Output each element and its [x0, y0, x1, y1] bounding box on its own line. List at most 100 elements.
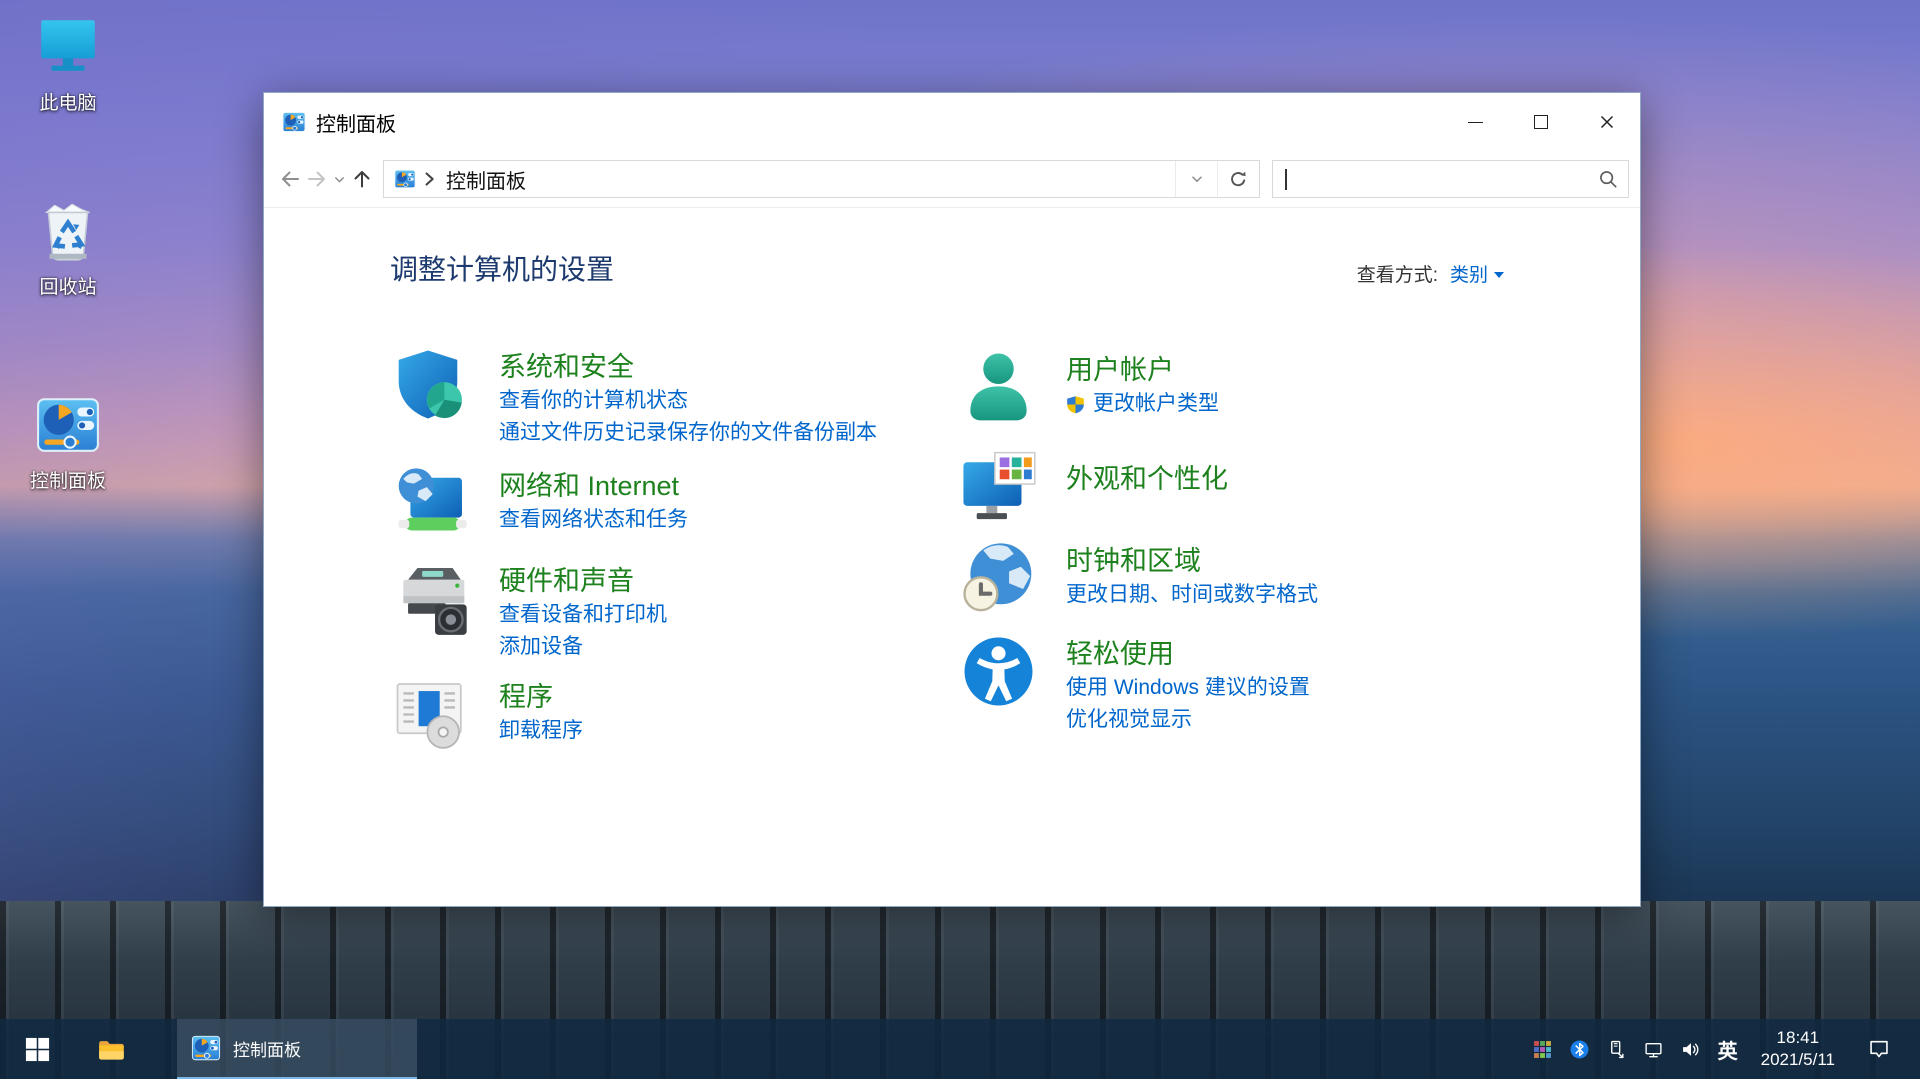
category-link[interactable]: 查看你的计算机状态	[499, 385, 877, 417]
forward-arrow-icon	[305, 167, 329, 191]
bluetooth-icon	[1570, 1040, 1589, 1059]
address-bar[interactable]: 控制面板	[383, 160, 1260, 198]
clock-time: 18:41	[1776, 1028, 1820, 1047]
category-link[interactable]: 查看设备和打印机	[499, 599, 667, 631]
category-link[interactable]: 通过文件历史记录保存你的文件备份副本	[499, 417, 877, 449]
view-by-value: 类别	[1449, 265, 1488, 286]
back-arrow-icon	[278, 167, 302, 191]
category-appearance-personalization: 外观和个性化	[961, 449, 1561, 524]
control-panel-icon	[191, 1033, 221, 1063]
category-programs: 程序 卸载程序	[394, 677, 954, 752]
monitor-globe-icon	[394, 466, 469, 541]
view-by-control: 查看方式: 类别	[1357, 260, 1504, 287]
bluetooth-button[interactable]	[1570, 1039, 1590, 1059]
breadcrumb[interactable]: 控制面板	[384, 161, 536, 197]
clock[interactable]: 18:41 2021/5/11	[1755, 1027, 1841, 1071]
back-button[interactable]	[276, 164, 303, 194]
category-title[interactable]: 系统和安全	[499, 349, 877, 385]
search-magnifier-icon	[1598, 169, 1618, 189]
category-title[interactable]: 用户帐户	[1066, 352, 1219, 388]
close-icon	[1599, 114, 1615, 130]
desktop-icon-label: 控制面板	[29, 471, 106, 492]
desktop-icon-label: 此电脑	[39, 93, 97, 114]
category-link[interactable]: 更改日期、时间或数字格式	[1066, 579, 1318, 611]
up-arrow-icon	[350, 167, 374, 191]
minimize-button[interactable]	[1442, 93, 1508, 151]
recent-pages-button[interactable]	[330, 164, 348, 194]
category-title[interactable]: 网络和 Internet	[499, 468, 688, 504]
control-panel-window: 控制面板 控制面板 调整计算机的设置 查看方式: 类别 系统和安全 查看你的计算…	[263, 92, 1641, 907]
accessibility-circle-icon	[961, 634, 1036, 709]
windows-logo-icon	[24, 1036, 51, 1063]
file-explorer-button[interactable]	[74, 1019, 148, 1079]
forward-button[interactable]	[303, 164, 330, 194]
action-center-button[interactable]	[1858, 1038, 1906, 1060]
category-system-security: 系统和安全 查看你的计算机状态 通过文件历史记录保存你的文件备份副本	[394, 347, 954, 449]
usb-device-icon	[1607, 1040, 1626, 1059]
search-box[interactable]	[1272, 160, 1629, 198]
category-title[interactable]: 轻松使用	[1066, 636, 1310, 672]
system-tray: 英 18:41 2021/5/11	[1533, 1019, 1920, 1079]
category-user-accounts: 用户帐户 更改帐户类型	[961, 350, 1561, 425]
window-title: 控制面板	[316, 113, 396, 136]
address-dropdown-button[interactable]	[1175, 161, 1217, 197]
clock-date: 2021/5/11	[1760, 1050, 1835, 1069]
category-column-right: 用户帐户 更改帐户类型 外观和个性化 时钟和区域 更改日期、时间或数字格式 轻松…	[961, 350, 1561, 736]
refresh-button[interactable]	[1217, 161, 1259, 197]
desktop-icon-control-panel[interactable]: 控制面板	[14, 392, 122, 493]
category-link[interactable]: 优化视觉显示	[1066, 704, 1310, 736]
desktop-icon-label: 回收站	[39, 277, 97, 298]
globe-clock-icon	[961, 541, 1036, 616]
category-link[interactable]: 使用 Windows 建议的设置	[1066, 672, 1310, 704]
user-silhouette-icon	[961, 350, 1036, 425]
start-button[interactable]	[0, 1019, 74, 1079]
page-title: 调整计算机的设置	[390, 254, 615, 285]
search-input[interactable]	[1286, 164, 1598, 194]
taskbar: 控制面板 英 18:41 2021/5/11	[0, 1019, 1920, 1079]
minimize-icon	[1467, 121, 1483, 123]
close-button[interactable]	[1574, 93, 1640, 151]
maximize-button[interactable]	[1508, 93, 1574, 151]
usb-device-button[interactable]	[1607, 1039, 1627, 1059]
taskbar-app-control-panel[interactable]: 控制面板	[177, 1019, 417, 1079]
up-button[interactable]	[348, 164, 375, 194]
category-column-left: 系统和安全 查看你的计算机状态 通过文件历史记录保存你的文件备份副本 网络和 I…	[394, 347, 954, 752]
control-panel-content: 调整计算机的设置 查看方式: 类别 系统和安全 查看你的计算机状态 通过文件历史…	[264, 208, 1640, 906]
volume-button[interactable]	[1681, 1039, 1701, 1059]
category-clock-region: 时钟和区域 更改日期、时间或数字格式	[961, 541, 1561, 616]
taskbar-app-label: 控制面板	[233, 1040, 301, 1060]
view-by-label: 查看方式:	[1356, 265, 1438, 286]
uac-shield-icon	[1066, 395, 1085, 414]
control-panel-icon	[394, 168, 416, 190]
category-title[interactable]: 程序	[499, 679, 583, 715]
desktop-icon-recycle-bin[interactable]: 回收站	[14, 198, 122, 299]
tray-app-button[interactable]	[1533, 1039, 1553, 1059]
category-title[interactable]: 硬件和声音	[499, 563, 667, 599]
category-link[interactable]: 更改帐户类型	[1066, 388, 1219, 420]
category-link[interactable]: 查看网络状态和任务	[499, 504, 688, 536]
chevron-down-icon	[1189, 171, 1205, 187]
app-grid-icon	[1533, 1040, 1552, 1059]
category-title[interactable]: 外观和个性化	[1066, 451, 1228, 497]
speaker-icon	[1681, 1040, 1700, 1059]
desktop: 此电脑 回收站 控制面板 控制面板 控制面板 调整计算机的设置 查看方式: 类别…	[0, 0, 1920, 1079]
category-title[interactable]: 时钟和区域	[1066, 543, 1318, 579]
shield-pie-icon	[394, 347, 469, 422]
this-pc-icon	[35, 14, 101, 80]
breadcrumb-segment[interactable]: 控制面板	[442, 165, 530, 194]
category-link[interactable]: 添加设备	[499, 631, 667, 663]
refresh-icon	[1228, 169, 1249, 190]
programs-disc-icon	[394, 677, 469, 752]
recycle-bin-icon	[35, 198, 101, 264]
network-button[interactable]	[1644, 1039, 1664, 1059]
view-by-dropdown[interactable]: 类别	[1450, 260, 1504, 287]
chevron-down-icon	[1494, 272, 1504, 278]
desktop-icon-this-pc[interactable]: 此电脑	[14, 14, 122, 115]
network-icon	[1644, 1040, 1663, 1059]
titlebar[interactable]: 控制面板	[264, 93, 1640, 151]
language-indicator[interactable]: 英	[1718, 1035, 1738, 1064]
category-link[interactable]: 卸载程序	[499, 715, 583, 747]
action-center-icon	[1868, 1038, 1890, 1060]
maximize-icon	[1534, 115, 1548, 129]
navigation-bar: 控制面板	[264, 151, 1640, 208]
